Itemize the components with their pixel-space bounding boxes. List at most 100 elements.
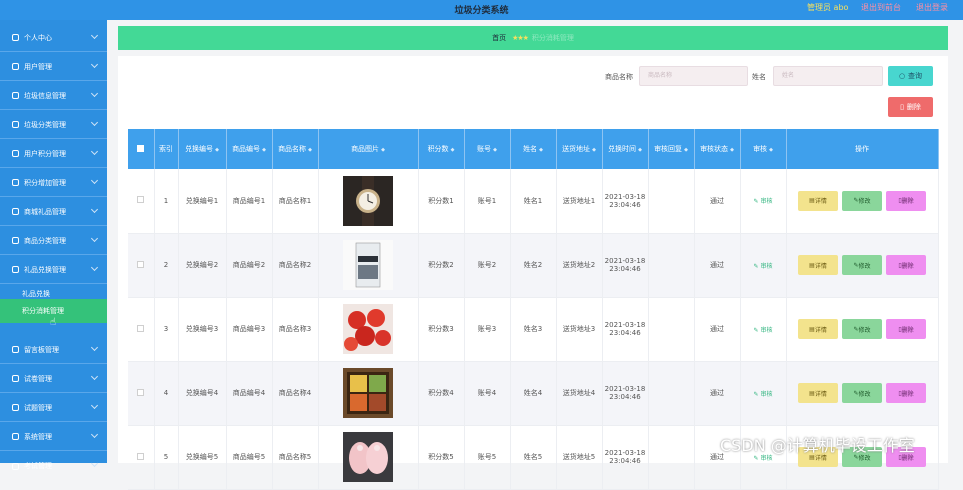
column-header[interactable]: 商品图片 ◆ xyxy=(318,129,419,169)
cell-audit: ✎ 审核 xyxy=(740,169,787,234)
cell-goods-no: 商品编号4 xyxy=(226,361,273,426)
select-all-cell[interactable] xyxy=(128,129,155,169)
column-header[interactable]: 商品名称 ◆ xyxy=(272,129,319,169)
goods-name-label: 商品名称 xyxy=(605,73,633,81)
sort-icon[interactable]: ◆ xyxy=(592,147,596,153)
cell-reply xyxy=(648,233,695,298)
sort-icon[interactable]: ◆ xyxy=(215,147,219,153)
audit-label: 审核 xyxy=(760,262,773,270)
edit-button[interactable]: ✎ 修改 xyxy=(842,190,882,211)
user-name-input[interactable]: 姓名 xyxy=(773,66,883,86)
row-select-cell[interactable] xyxy=(128,297,155,362)
sidebar-item-goods-category[interactable]: 商品分类管理 xyxy=(0,227,107,255)
cell-account: 账号3 xyxy=(464,297,511,362)
sidebar-item-label: 个人中心 xyxy=(24,33,52,42)
header-label: 姓名 xyxy=(523,145,538,153)
sidebar-item-user-points[interactable]: 用户积分管理 xyxy=(0,140,107,168)
sidebar-item-gifts[interactable]: 商城礼品管理 xyxy=(0,198,107,226)
column-header[interactable]: 兑换时间 ◆ xyxy=(602,129,649,169)
sidebar-item-messages[interactable]: 留言板管理 xyxy=(0,336,107,364)
row-select-cell[interactable] xyxy=(128,361,155,426)
column-header[interactable]: 送货地址 ◆ xyxy=(556,129,603,169)
edit-button[interactable]: ✎ 修改 xyxy=(842,383,882,403)
user-icon xyxy=(12,34,19,41)
row-select-cell[interactable] xyxy=(128,169,155,234)
delete-button-label: 删除 xyxy=(906,103,921,111)
cell-status: 通过 xyxy=(694,361,741,426)
header-label: 兑换编号 xyxy=(185,145,214,153)
row-checkbox[interactable] xyxy=(137,196,145,204)
sidebar-item-label: 商品分类管理 xyxy=(24,236,66,245)
cell-points: 积分数2 xyxy=(418,233,465,298)
search-button-label: 查询 xyxy=(908,72,923,80)
cell-goods-name: 商品名称5 xyxy=(272,425,319,490)
sort-icon[interactable]: ◆ xyxy=(539,147,543,153)
row-checkbox[interactable] xyxy=(137,260,145,268)
sidebar-item-questions[interactable]: 试题管理 xyxy=(0,394,107,422)
menu-icon xyxy=(12,462,19,470)
audit-link[interactable]: ✎ 审核 xyxy=(754,391,773,398)
sort-icon[interactable]: ◆ xyxy=(769,147,773,153)
cell-address: 送货地址5 xyxy=(556,425,603,490)
audit-link[interactable]: ✎ 审核 xyxy=(754,198,773,205)
detail-button[interactable]: ▤ 详情 xyxy=(798,255,838,275)
row-select-cell[interactable] xyxy=(128,233,155,298)
delete-button[interactable]: ▯ 删除 xyxy=(886,255,926,275)
cell-account: 账号1 xyxy=(464,169,511,234)
delete-button[interactable]: ▯ 删除 xyxy=(886,190,926,211)
sidebar-item-gift-exchange[interactable]: 礼品兑换管理 xyxy=(0,256,107,284)
sidebar-item-garbage-category[interactable]: 垃圾分类管理 xyxy=(0,111,107,139)
search-button[interactable]: ○ 查询 xyxy=(888,66,933,86)
front-link[interactable]: 退出到前台 xyxy=(861,2,901,13)
sidebar-item-system[interactable]: 系统管理 xyxy=(0,423,107,451)
cell-goods-name: 商品名称1 xyxy=(272,169,319,234)
column-header[interactable]: 积分数 ◆ xyxy=(418,129,465,169)
row-checkbox[interactable] xyxy=(137,452,145,460)
sidebar-subitem-exchange[interactable]: 礼品兑换 xyxy=(0,289,107,299)
batch-delete-button[interactable]: ▯ 删除 xyxy=(888,97,933,117)
detail-button[interactable]: ▤ 详情 xyxy=(798,190,838,211)
sidebar-item-profile[interactable]: 个人中心 xyxy=(0,24,107,52)
audit-link[interactable]: ✎ 审核 xyxy=(754,327,773,334)
sidebar-item-label: 积分增加管理 xyxy=(24,178,66,187)
row-checkbox[interactable] xyxy=(137,388,145,396)
row-checkbox[interactable] xyxy=(137,324,145,332)
sort-icon[interactable]: ◆ xyxy=(381,147,385,153)
detail-button[interactable]: ▤ 详情 xyxy=(798,319,838,339)
detail-button[interactable]: ▤ 详情 xyxy=(798,383,838,403)
sidebar-item-papers[interactable]: 试卷管理 xyxy=(0,365,107,393)
column-header[interactable]: 兑换编号 ◆ xyxy=(178,129,227,169)
sidebar-item-points-add[interactable]: 积分增加管理 xyxy=(0,169,107,197)
detail-label: 详情 xyxy=(814,198,827,206)
sort-icon[interactable]: ◆ xyxy=(308,147,312,153)
column-header[interactable]: 审核 ◆ xyxy=(740,129,787,169)
breadcrumb-home[interactable]: 首页 xyxy=(492,33,506,43)
column-header[interactable]: 商品编号 ◆ xyxy=(226,129,273,169)
audit-link[interactable]: ✎ 审核 xyxy=(754,263,773,270)
sort-icon[interactable]: ◆ xyxy=(638,147,642,153)
sidebar-item-exams[interactable]: 考试管理 xyxy=(0,452,107,480)
sort-icon[interactable]: ◆ xyxy=(684,147,688,153)
column-header[interactable]: 姓名 ◆ xyxy=(510,129,557,169)
delete-button[interactable]: ▯ 删除 xyxy=(886,383,926,403)
menu-icon xyxy=(12,375,19,382)
edit-button[interactable]: ✎ 修改 xyxy=(842,255,882,275)
sidebar-item-users[interactable]: 用户管理 xyxy=(0,53,107,81)
row-select-cell[interactable] xyxy=(128,425,155,490)
sort-icon[interactable]: ◆ xyxy=(262,147,266,153)
select-all-checkbox[interactable] xyxy=(137,144,145,152)
column-header[interactable]: 审核状态 ◆ xyxy=(694,129,741,169)
sidebar-item-label: 试题管理 xyxy=(24,403,52,412)
column-header[interactable]: 账号 ◆ xyxy=(464,129,511,169)
sidebar-item-garbage-info[interactable]: 垃圾信息管理 xyxy=(0,82,107,110)
delete-button[interactable]: ▯ 删除 xyxy=(886,319,926,339)
column-header[interactable]: 审核回复 ◆ xyxy=(648,129,695,169)
edit-button[interactable]: ✎ 修改 xyxy=(842,319,882,339)
logout-link[interactable]: 退出登录 xyxy=(916,2,948,13)
sort-icon[interactable]: ◆ xyxy=(730,147,734,153)
header-label: 审核 xyxy=(753,145,768,153)
sort-icon[interactable]: ◆ xyxy=(451,147,455,153)
chevron-down-icon xyxy=(90,343,99,352)
sort-icon[interactable]: ◆ xyxy=(493,147,497,153)
goods-name-input[interactable]: 商品名称 xyxy=(639,66,748,86)
